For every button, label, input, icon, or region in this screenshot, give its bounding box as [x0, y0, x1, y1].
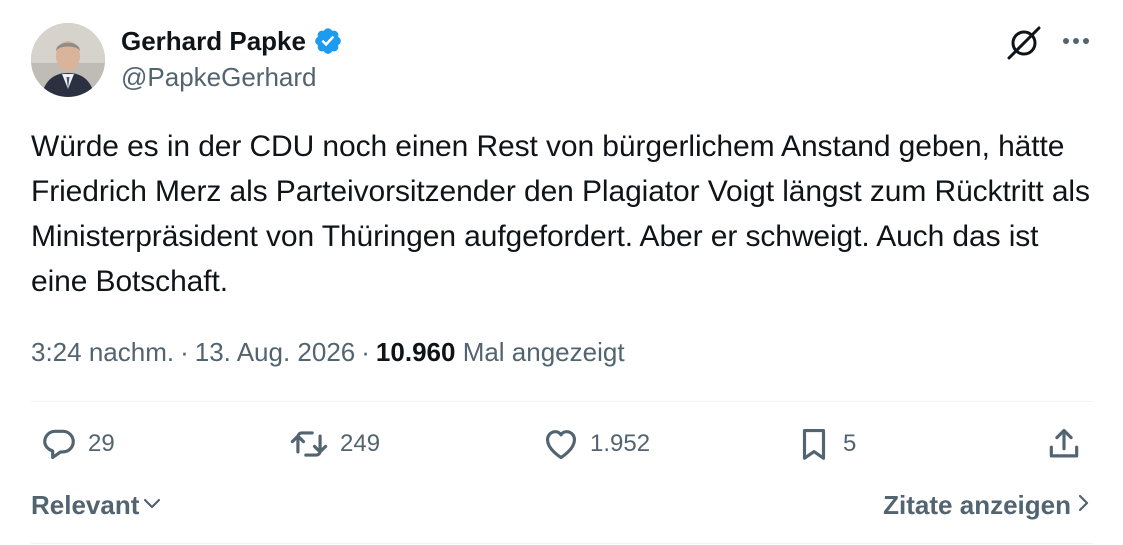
tweet-date[interactable]: 13. Aug. 2026 [195, 337, 355, 367]
retweet-icon [288, 425, 330, 463]
divider [31, 401, 1093, 402]
tweet-time[interactable]: 3:24 nachm. [31, 337, 174, 367]
grok-icon[interactable] [1005, 24, 1043, 62]
view-count-label: Mal angezeigt [462, 337, 625, 367]
repost-button[interactable]: 249 [288, 425, 380, 463]
repost-count: 249 [340, 430, 381, 457]
reply-button[interactable]: 29 [40, 425, 115, 463]
sort-label: Relevant [31, 490, 140, 520]
heart-icon [542, 425, 580, 463]
like-count: 1.952 [590, 430, 651, 457]
bookmark-count: 5 [843, 430, 857, 457]
view-count: 10.960 [375, 337, 456, 367]
chevron-down-icon [141, 490, 163, 521]
verified-badge-icon[interactable] [313, 26, 343, 56]
share-button[interactable] [1045, 425, 1083, 463]
tweet-text: Würde es in der CDU noch einen Rest von … [31, 130, 1090, 298]
author-name[interactable]: Gerhard Papke [121, 26, 306, 57]
author-block: Gerhard Papke @PapkeGerhard [121, 24, 343, 93]
bookmark-icon [795, 425, 833, 463]
reply-count: 29 [88, 430, 115, 457]
bookmark-button[interactable]: 5 [795, 425, 856, 463]
like-button[interactable]: 1.952 [542, 425, 650, 463]
tweet-meta: 3:24 nachm. · 13. Aug. 2026 · 10.960 Mal ang… [31, 337, 625, 367]
author-handle[interactable]: @PapkeGerhard [121, 62, 343, 93]
view-quotes-link[interactable]: Zitate anzeigen [883, 490, 1091, 521]
sort-dropdown[interactable]: Relevant [31, 490, 163, 521]
quotes-label: Zitate anzeigen [883, 490, 1071, 520]
reply-icon [40, 425, 78, 463]
avatar[interactable] [31, 23, 105, 97]
divider [31, 543, 1093, 544]
more-options-icon[interactable] [1059, 26, 1093, 56]
share-icon [1045, 425, 1083, 463]
chevron-right-icon [1077, 490, 1091, 521]
